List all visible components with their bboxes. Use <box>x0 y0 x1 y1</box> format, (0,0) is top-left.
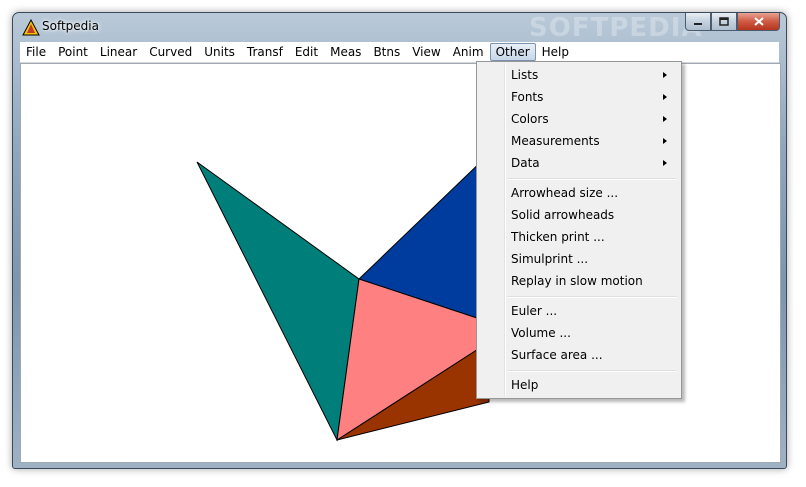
submenu-arrow-icon <box>663 160 667 166</box>
menu-bar: File Point Linear Curved Units Transf Ed… <box>20 42 779 63</box>
menu-item-label: Euler ... <box>511 304 558 318</box>
menu-item-label: Thicken print ... <box>511 230 605 244</box>
teal-face[interactable] <box>196 161 360 442</box>
menu-item-label: Solid arrowheads <box>511 208 615 222</box>
menu-item-simulprint[interactable]: Simulprint ... <box>479 248 679 270</box>
menu-item-label: Colors <box>511 112 549 126</box>
menu-point[interactable]: Point <box>52 43 94 61</box>
maximize-icon <box>719 17 729 26</box>
title-bar[interactable]: Softpedia SOFTPEDIA <box>13 13 786 43</box>
menu-units[interactable]: Units <box>198 43 241 61</box>
menu-help[interactable]: Help <box>536 43 575 61</box>
menu-item-solid-arrowheads[interactable]: Solid arrowheads <box>479 204 679 226</box>
menu-curved[interactable]: Curved <box>143 43 198 61</box>
menu-separator <box>507 178 677 180</box>
menu-item-lists[interactable]: Lists <box>479 64 679 86</box>
menu-file[interactable]: File <box>20 43 52 61</box>
menu-item-volume[interactable]: Volume ... <box>479 322 679 344</box>
menu-item-fonts[interactable]: Fonts <box>479 86 679 108</box>
menu-item-label: Simulprint ... <box>511 252 589 266</box>
maximize-button[interactable] <box>711 13 737 31</box>
close-icon <box>753 17 764 26</box>
submenu-arrow-icon <box>663 72 667 78</box>
menu-item-measurements[interactable]: Measurements <box>479 130 679 152</box>
menu-linear[interactable]: Linear <box>94 43 143 61</box>
menu-item-label: Replay in slow motion <box>511 274 643 288</box>
menu-item-label: Volume ... <box>511 326 571 340</box>
menu-item-label: Arrowhead size ... <box>511 186 619 200</box>
submenu-arrow-icon <box>663 94 667 100</box>
menu-other[interactable]: Other <box>489 43 536 61</box>
minimize-button[interactable] <box>685 13 711 31</box>
menu-item-data[interactable]: Data <box>479 152 679 174</box>
menu-item-label: Fonts <box>511 90 544 104</box>
caption-buttons <box>685 13 780 33</box>
menu-separator <box>507 296 677 298</box>
close-button[interactable] <box>737 13 780 31</box>
menu-item-arrowhead-size[interactable]: Arrowhead size ... <box>479 182 679 204</box>
submenu-arrow-icon <box>663 138 667 144</box>
menu-item-help[interactable]: Help <box>479 374 679 396</box>
menu-item-colors[interactable]: Colors <box>479 108 679 130</box>
menu-view[interactable]: View <box>406 43 446 61</box>
menu-item-label: Data <box>511 156 540 170</box>
other-dropdown-menu: Lists Fonts Colors Measurements Data Arr… <box>476 61 682 399</box>
menu-transf[interactable]: Transf <box>241 43 289 61</box>
menu-item-label: Measurements <box>511 134 600 148</box>
window-title: Softpedia <box>42 19 99 33</box>
menu-separator <box>507 370 677 372</box>
menu-item-label: Surface area ... <box>511 348 603 362</box>
menu-anim[interactable]: Anim <box>447 43 490 61</box>
menu-item-surface-area[interactable]: Surface area ... <box>479 344 679 366</box>
submenu-arrow-icon <box>663 116 667 122</box>
menu-edit[interactable]: Edit <box>289 43 324 61</box>
menu-item-label: Lists <box>511 68 539 82</box>
menu-item-euler[interactable]: Euler ... <box>479 300 679 322</box>
app-icon[interactable] <box>22 19 40 36</box>
menu-meas[interactable]: Meas <box>324 43 367 61</box>
watermark-text: SOFTPEDIA <box>529 13 703 43</box>
menu-item-thicken-print[interactable]: Thicken print ... <box>479 226 679 248</box>
menu-item-label: Help <box>511 378 539 392</box>
minimize-icon <box>694 22 702 25</box>
menu-btns[interactable]: Btns <box>367 43 406 61</box>
menu-item-replay-slow-motion[interactable]: Replay in slow motion <box>479 270 679 292</box>
